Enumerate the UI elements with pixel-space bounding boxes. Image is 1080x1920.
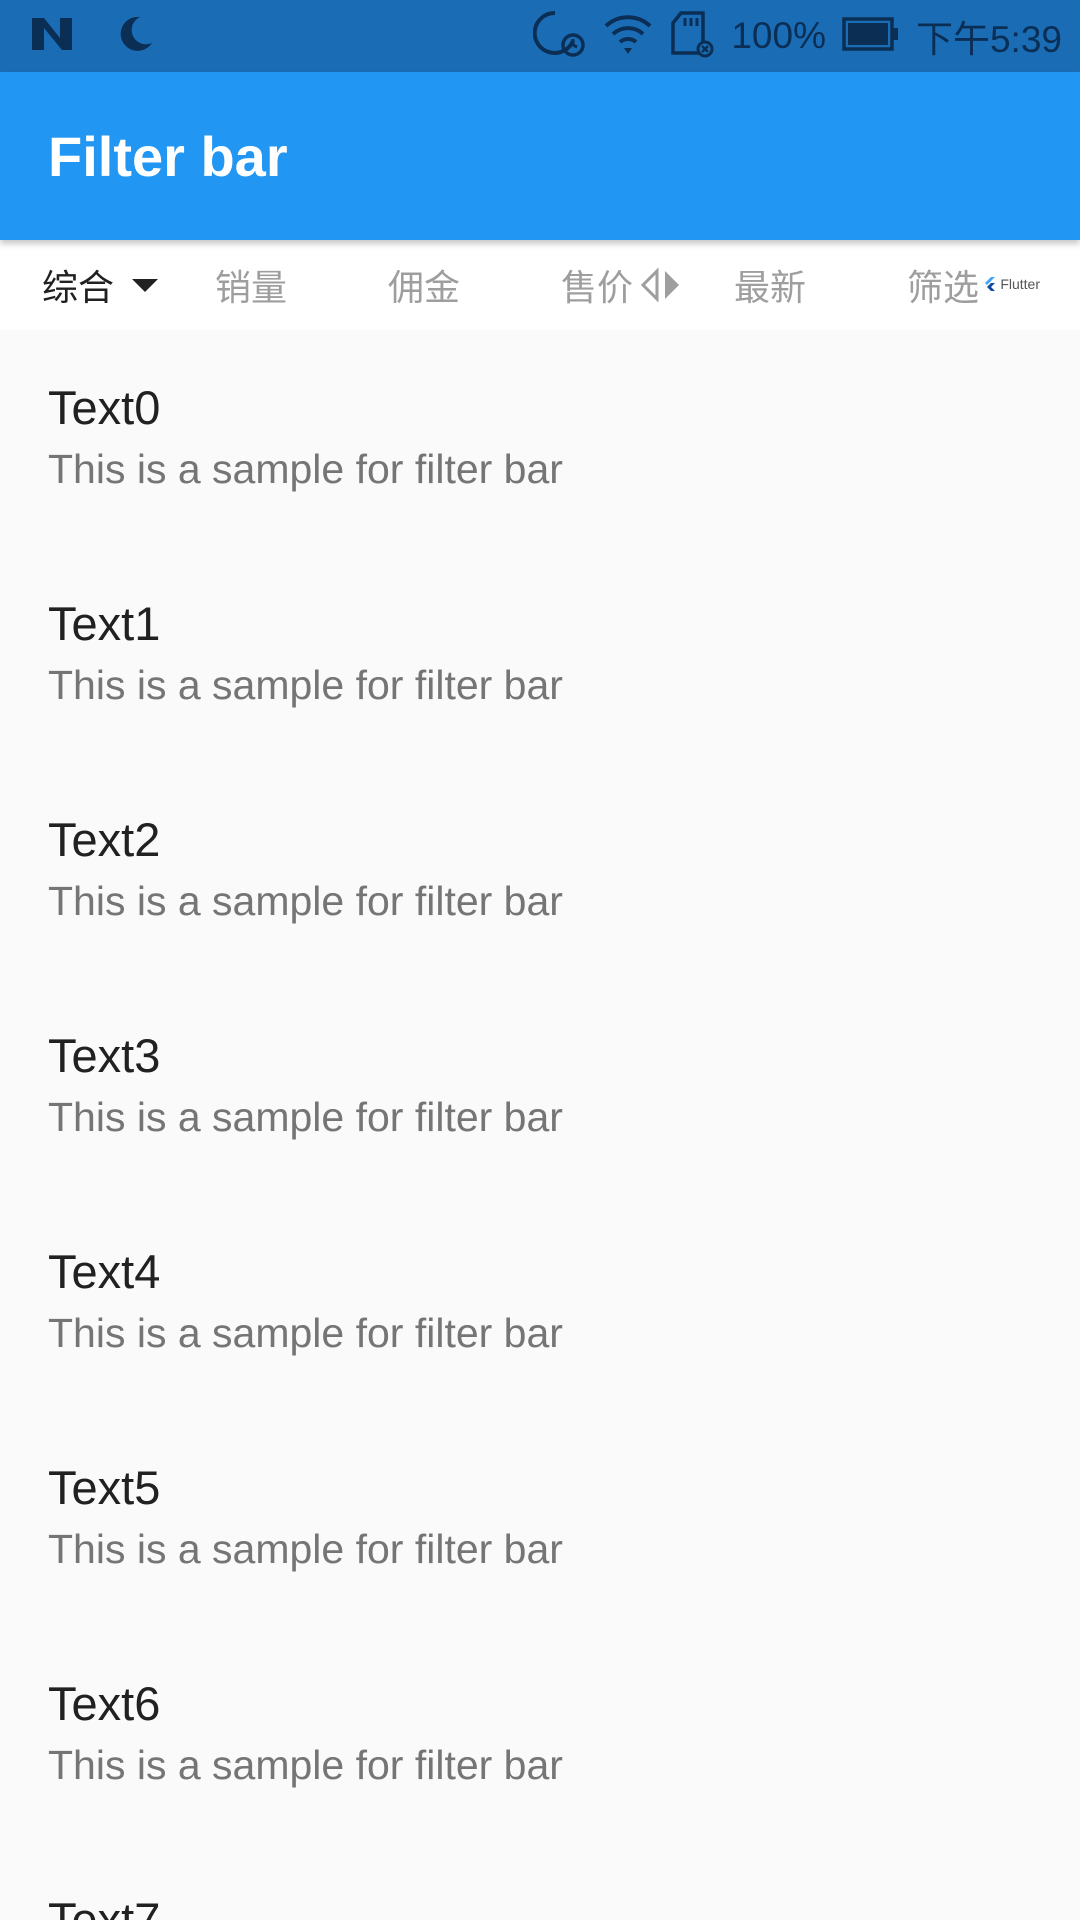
item-subtitle: This is a sample for filter bar xyxy=(48,662,563,708)
list-item[interactable]: Text6 This is a sample for filter bar xyxy=(0,1626,1080,1842)
list-item[interactable]: Text7 xyxy=(0,1842,1080,1920)
item-subtitle: This is a sample for filter bar xyxy=(48,1094,563,1140)
item-subtitle: This is a sample for filter bar xyxy=(48,1742,563,1788)
app-bar: Filter bar xyxy=(0,72,1080,240)
list-item[interactable]: Text1 This is a sample for filter bar xyxy=(0,546,1080,762)
item-subtitle: This is a sample for filter bar xyxy=(48,1526,563,1572)
list-item[interactable]: Text2 This is a sample for filter bar xyxy=(0,762,1080,978)
filter-tab-newest[interactable]: 最新 xyxy=(734,240,806,330)
item-title: Text3 xyxy=(48,1029,161,1082)
wifi-icon xyxy=(603,10,653,62)
filter-tab-label: 最新 xyxy=(734,268,807,309)
list-item[interactable]: Text5 This is a sample for filter bar xyxy=(0,1410,1080,1626)
list-item[interactable]: Text3 This is a sample for filter bar xyxy=(0,978,1080,1194)
clock: 下午5:39 xyxy=(915,19,1062,60)
item-subtitle: This is a sample for filter bar xyxy=(48,446,563,492)
page-title: Filter bar xyxy=(48,125,288,188)
filter-tab-filter[interactable]: 筛选 xyxy=(907,240,979,330)
battery-icon xyxy=(842,16,900,56)
n-logo-icon xyxy=(30,14,74,58)
flutter-badge-label: Flutter xyxy=(1000,276,1040,292)
flutter-badge: Flutter xyxy=(984,276,1040,292)
filter-tab-sales[interactable]: 销量 xyxy=(215,240,287,330)
item-title: Text0 xyxy=(48,381,161,434)
item-title: Text2 xyxy=(48,813,161,866)
list-item[interactable]: Text4 This is a sample for filter bar xyxy=(0,1194,1080,1410)
filter-tab-label: 综合 xyxy=(42,268,115,309)
filter-tab-label: 筛选 xyxy=(907,268,980,309)
item-title: Text4 xyxy=(48,1245,161,1298)
filter-tab-comprehensive[interactable]: 综合 xyxy=(42,240,159,330)
list-item[interactable]: Text0 This is a sample for filter bar xyxy=(0,330,1080,546)
sd-card-icon xyxy=(669,9,715,63)
status-bar: 100% 下午5:39 xyxy=(0,0,1080,72)
item-title: Text7 xyxy=(48,1893,161,1920)
filter-tab-label: 佣金 xyxy=(388,268,461,309)
alarm-moon-icon xyxy=(533,9,587,63)
moon-icon xyxy=(114,13,156,59)
filter-tab-label: 售价 xyxy=(561,268,634,309)
filter-bar: 综合 销量 佣金 售价 最新 筛选 xyxy=(0,240,1080,330)
item-subtitle: This is a sample for filter bar xyxy=(48,878,563,924)
triangle-down-icon xyxy=(132,277,159,293)
item-subtitle: This is a sample for filter bar xyxy=(48,1310,563,1356)
item-title: Text6 xyxy=(48,1677,161,1730)
sort-arrows-icon xyxy=(639,268,683,302)
item-title: Text1 xyxy=(48,597,161,650)
battery-percent: 100% xyxy=(731,15,826,56)
item-title: Text5 xyxy=(48,1461,161,1514)
filter-tab-label: 销量 xyxy=(215,268,288,309)
filter-tab-price[interactable]: 售价 xyxy=(561,240,683,330)
flutter-logo-icon xyxy=(984,277,996,291)
filter-tab-commission[interactable]: 佣金 xyxy=(388,240,460,330)
